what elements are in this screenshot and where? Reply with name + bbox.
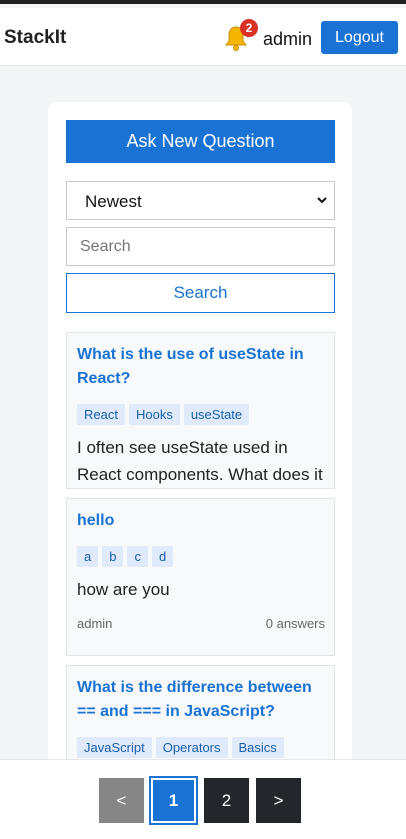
sort-select[interactable]: Newest [66,181,335,220]
search-button[interactable]: Search [66,273,335,313]
tag-react[interactable]: React [77,404,125,425]
question-card[interactable]: hello a b c d how are you admin 0 answer… [66,498,335,656]
question-excerpt: I often see useState used in React compo… [77,438,323,484]
sort-select-value: Newest [85,192,142,211]
chevron-down-icon [317,197,327,204]
pagination: < 1 2 > [0,759,406,839]
answer-count: 0 answers [265,616,325,631]
question-author: admin [77,616,113,631]
logout-button[interactable]: Logout [321,21,398,54]
question-excerpt: how are you [77,580,170,599]
question-title[interactable]: hello [77,509,324,533]
page-1-button[interactable]: 1 [151,778,196,823]
username-label: admin [263,29,313,49]
tag-basics[interactable]: Basics [231,737,284,758]
question-title[interactable]: What is the difference between == and ==… [77,676,324,724]
question-title[interactable]: What is the use of useState in React? [77,343,324,391]
questions-panel: Ask New Question Newest Search What is t… [48,102,352,782]
tag-list: JavaScript Operators Basics [77,737,284,758]
tag-hooks[interactable]: Hooks [128,404,180,425]
next-page-button[interactable]: > [256,778,301,823]
tag-c[interactable]: c [127,546,148,567]
brand-logo[interactable]: StackIt [4,27,66,49]
ask-question-button[interactable]: Ask New Question [66,120,335,163]
tag-usestate[interactable]: useState [183,404,250,425]
page-2-button[interactable]: 2 [204,778,249,823]
tag-b[interactable]: b [102,546,124,567]
question-card[interactable]: What is the use of useState in React? Re… [66,332,335,489]
tag-list: React Hooks useState [77,404,250,425]
top-navbar: StackIt 2 admin Logout [0,8,406,66]
tag-a[interactable]: a [77,546,99,567]
tag-javascript[interactable]: JavaScript [77,737,152,758]
notification-badge[interactable]: 2 [240,19,258,37]
prev-page-button[interactable]: < [99,778,144,823]
search-input[interactable] [66,227,335,266]
tag-operators[interactable]: Operators [155,737,228,758]
tag-d[interactable]: d [151,546,174,567]
tag-list: a b c d [77,546,174,567]
